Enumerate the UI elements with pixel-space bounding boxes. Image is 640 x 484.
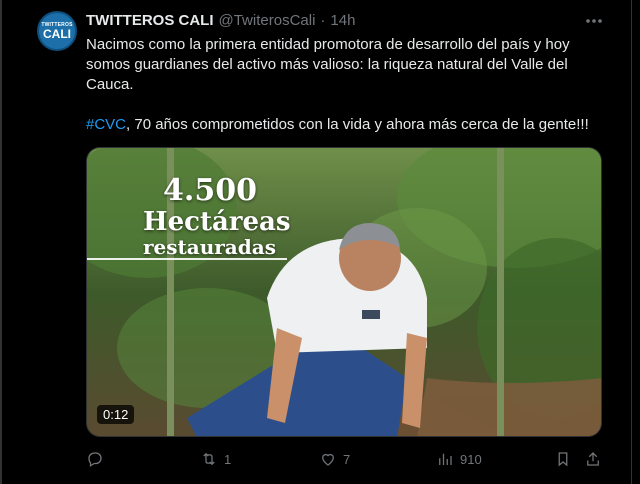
reply-icon — [88, 452, 102, 467]
tweet-text: Nacimos como la primera entidad promotor… — [86, 35, 606, 155]
overlay-hectares: Hectáreas — [143, 207, 291, 237]
video-duration-badge: 0:12 — [97, 405, 135, 424]
video-overlay-text: 4.500 Hectáreas restauradas — [135, 173, 291, 259]
overlay-divider — [87, 258, 287, 260]
like-button[interactable]: 7 — [319, 450, 350, 468]
tweet-paragraph-1: Nacimos como la primera entidad promotor… — [86, 36, 570, 93]
tweet-paragraph-2-text: , 70 años comprometidos con la vida y ah… — [126, 116, 589, 133]
bookmark-icon — [558, 452, 568, 467]
display-name[interactable]: TWITTEROS CALI — [86, 12, 214, 29]
retweet-button[interactable]: 1 — [200, 450, 231, 468]
tweet-actions: 1 7 910 — [86, 450, 606, 470]
video-player[interactable]: 4.500 Hectáreas restauradas 0:12 — [86, 147, 602, 437]
tweet-timestamp[interactable]: 14h — [330, 12, 355, 29]
reply-button[interactable] — [86, 450, 110, 468]
overlay-restored: restauradas — [143, 235, 276, 259]
retweet-count: 1 — [224, 451, 232, 467]
retweet-icon — [203, 452, 215, 466]
like-count: 7 — [343, 451, 351, 467]
separator-dot: · — [320, 12, 326, 29]
user-handle[interactable]: @TwiterosCali — [219, 12, 316, 29]
hashtag-link[interactable]: #CVC — [86, 116, 126, 133]
bookmark-button[interactable] — [554, 450, 572, 468]
share-icon — [587, 452, 599, 466]
heart-icon — [322, 453, 334, 466]
column-divider-left — [0, 0, 2, 484]
share-button[interactable] — [584, 450, 602, 468]
views-count: 910 — [460, 451, 482, 467]
avatar[interactable]: TWITTEROS CALI — [37, 11, 77, 51]
tweet-header: TWITTEROS CALI @TwiterosCali · 14h — [86, 12, 355, 29]
overlay-number: 4.500 — [163, 173, 257, 208]
tweet-paragraph-2: #CVC, 70 años comprometidos con la vida … — [86, 115, 606, 135]
avatar-text-bottom: CALI — [43, 27, 71, 41]
views-icon — [439, 453, 452, 465]
more-icon[interactable] — [584, 12, 604, 30]
views-button[interactable]: 910 — [436, 450, 482, 468]
column-divider-right — [631, 0, 632, 484]
